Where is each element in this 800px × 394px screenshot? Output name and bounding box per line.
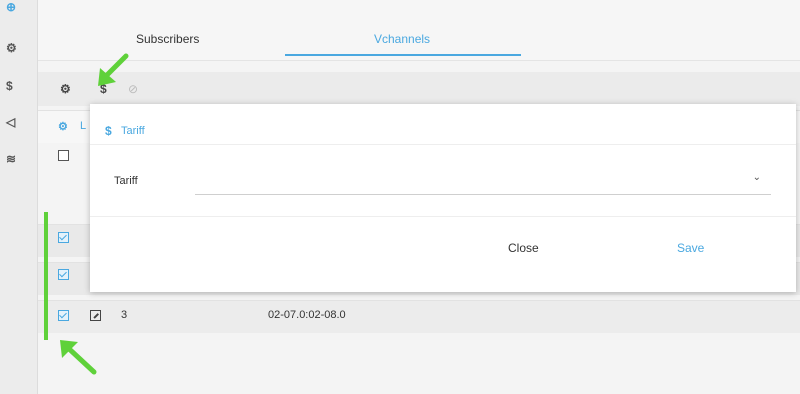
active-tab-underline	[285, 54, 521, 56]
sidebar: ⊕ ⚙ $ ◁ ≋	[0, 0, 38, 394]
globe-icon: ⊕	[6, 0, 17, 14]
tariff-label: Tariff	[114, 175, 138, 187]
dialog-divider	[90, 216, 796, 217]
annotation-arrow-icon	[98, 53, 129, 86]
save-button[interactable]: Save	[677, 241, 704, 255]
close-button[interactable]: Close	[508, 241, 539, 255]
sidebar-item-users[interactable]: ⚙	[0, 34, 37, 62]
dialog-header: $ Tariff	[90, 104, 796, 145]
table-row[interactable]	[38, 300, 800, 333]
megaphone-icon: ◁	[6, 115, 16, 129]
sidebar-item-broadcast[interactable]: ◁	[0, 108, 37, 136]
tariff-select[interactable]: ⌄	[195, 166, 771, 194]
dialog-title: Tariff	[121, 125, 145, 137]
dollar-icon: $	[105, 124, 112, 138]
sidebar-item-globe[interactable]: ⊕	[0, 0, 37, 14]
row-checkbox[interactable]	[58, 232, 69, 243]
tab-subscribers[interactable]: Subscribers	[136, 32, 199, 46]
tariff-dialog: $ Tariff Tariff ⌄ Close Save	[90, 104, 796, 292]
row-range: 02-07.0:02-08.0	[268, 309, 346, 321]
row-number: 3	[121, 309, 128, 321]
users-icon: ⚙	[6, 41, 17, 55]
wifi-icon: ≋	[6, 152, 17, 166]
header-fragment: L	[80, 120, 87, 132]
chevron-down-icon: ⌄	[752, 172, 761, 183]
sidebar-item-wifi[interactable]: ≋	[0, 145, 37, 173]
sidebar-item-tariffs[interactable]: $	[0, 72, 37, 100]
row-checkbox[interactable]	[58, 310, 69, 321]
users-icon: ⚙	[60, 82, 71, 96]
dollar-icon: $	[6, 79, 13, 93]
edit-icon[interactable]	[90, 310, 101, 321]
select-all-checkbox[interactable]	[58, 150, 69, 161]
row-checkbox[interactable]	[58, 269, 69, 280]
select-underline	[195, 194, 771, 195]
users-icon: ⚙	[58, 121, 68, 133]
tab-vchannels[interactable]: Vchannels	[374, 32, 430, 46]
group-users-button[interactable]: ⚙	[60, 82, 71, 96]
toolbar	[38, 72, 800, 106]
tab-bar	[38, 0, 800, 61]
highlight-bar	[44, 212, 48, 340]
annotation-arrow-icon	[60, 340, 97, 375]
